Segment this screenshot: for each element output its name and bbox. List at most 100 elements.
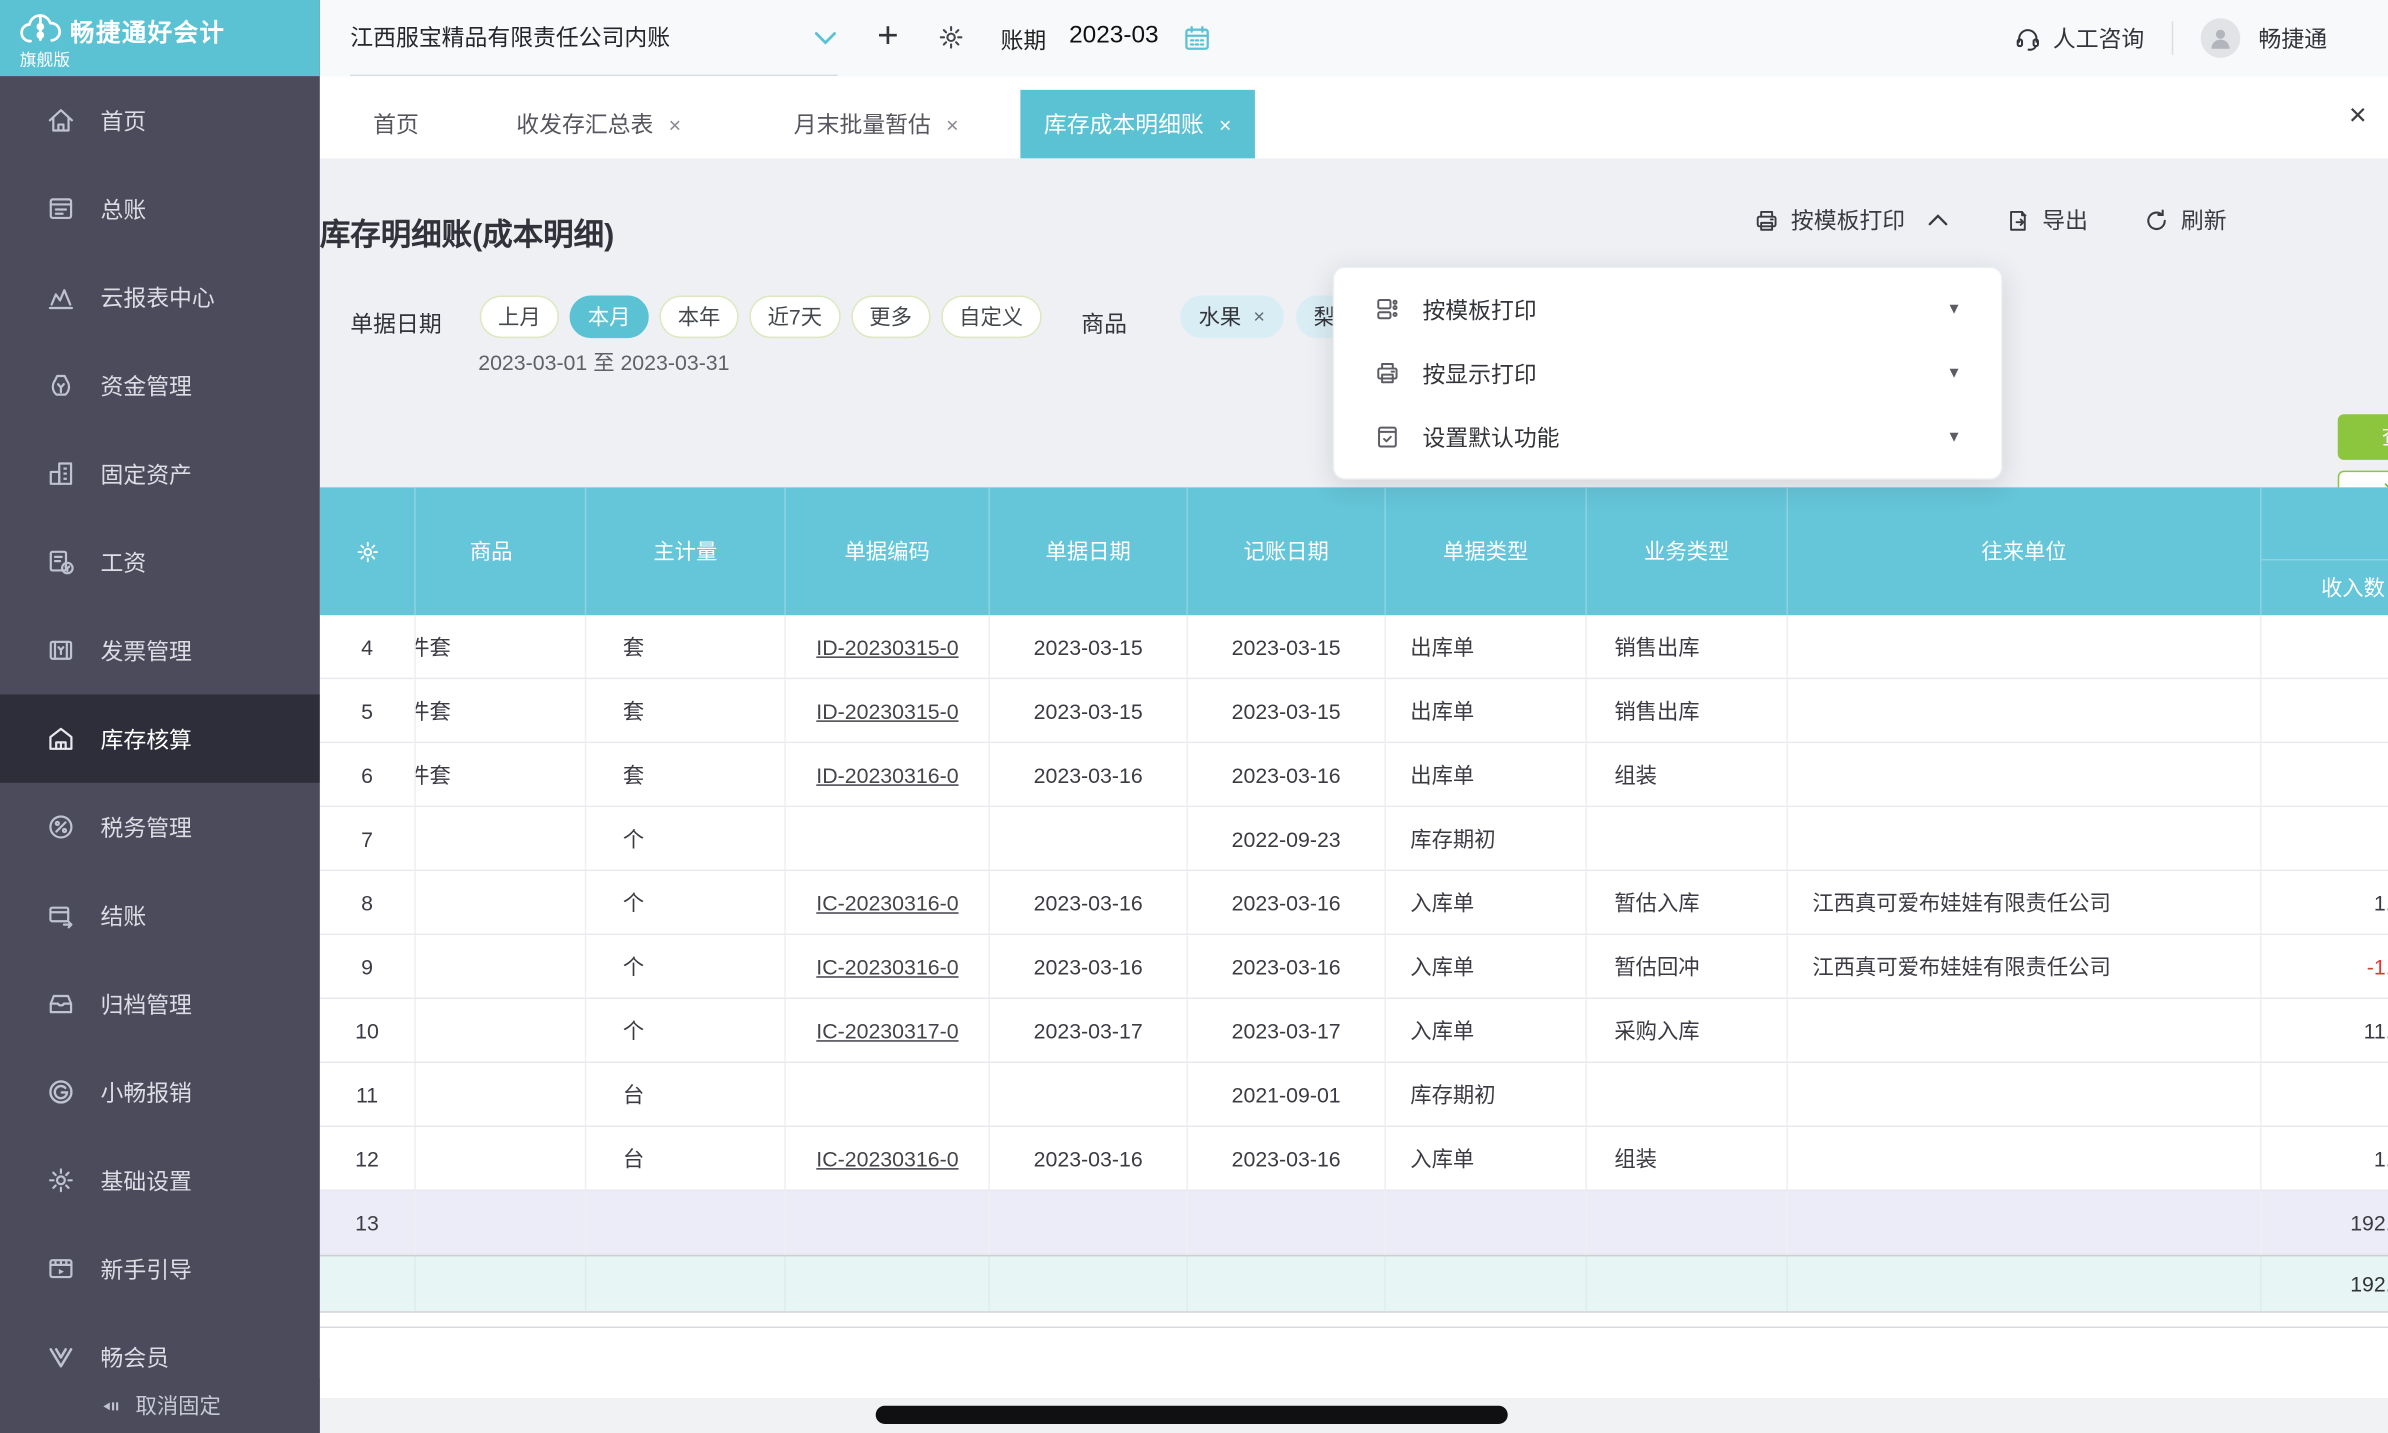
settings-gear-icon[interactable] [937, 23, 966, 52]
header-main-unit[interactable]: 主计量 [586, 487, 786, 616]
period-label: 账期 [1000, 28, 1047, 55]
sidebar-item-tax-management[interactable]: 税务管理 [0, 783, 320, 871]
product-filter-label: 商品 [1081, 312, 1128, 339]
refresh-button[interactable]: 刷新 [2143, 204, 2227, 236]
period-value[interactable]: 2023-03 [1069, 23, 1158, 50]
tab-close-icon[interactable]: × [1219, 112, 1231, 136]
date-option-pill[interactable]: 近7天 [749, 295, 841, 339]
export-button[interactable]: 导出 [2004, 204, 2088, 236]
dropdown-menu-item[interactable]: 按模板打印 ▼ [1334, 277, 2001, 341]
sidebar-item-general-ledger[interactable]: 总账 [0, 164, 320, 252]
caret-down-icon[interactable]: ▼ [1946, 365, 1961, 382]
header-doc-number[interactable]: 单据编码 [786, 487, 990, 616]
close-all-tabs-icon[interactable]: × [2349, 101, 2367, 131]
header-book-date[interactable]: 记账日期 [1188, 487, 1386, 616]
export-icon [2004, 206, 2031, 233]
date-option-pill[interactable]: 上月 [479, 295, 559, 339]
sidebar-item-cloud-report-center[interactable]: 云报表中心 [0, 253, 320, 341]
support-button[interactable]: 人工咨询 [2013, 22, 2144, 54]
company-selector[interactable]: 江西服宝精品有限责任公司内账 [350, 0, 838, 77]
tab-label: 月末批量暂估 [793, 112, 931, 139]
cell-counterparty [1788, 999, 2262, 1062]
user-name[interactable]: 畅捷通 [2259, 22, 2328, 54]
doc-number-link[interactable]: ID-20230315-0 [816, 698, 958, 722]
column-settings-gear-icon[interactable] [320, 487, 416, 616]
sidebar-item-invoice-management[interactable]: 发票管理 [0, 606, 320, 694]
table-row[interactable]: 6 件套 套 ID-20230316-0 2023-03-16 2023-03-… [319, 743, 2388, 808]
tax-icon [46, 812, 76, 842]
doc-number-link[interactable]: ID-20230316-0 [816, 762, 958, 786]
calendar-icon[interactable] [1182, 23, 1212, 53]
header-income-qty[interactable]: 收入数 [2261, 487, 2388, 615]
product-tag[interactable]: 水果 × [1180, 295, 1284, 339]
table-row[interactable]: 9 个 IC-20230316-0 2023-03-16 2023-03-16 … [319, 935, 2388, 1000]
doc-number-link[interactable]: IC-20230316-0 [816, 890, 958, 914]
sidebar-item-label: 资金管理 [100, 373, 192, 400]
table-row[interactable]: 11 台 2021-09-01 库存期初 [319, 1063, 2388, 1127]
cell-doc-type: 库存期初 [1386, 807, 1587, 870]
date-option-pill[interactable]: 更多 [851, 295, 931, 339]
doc-number-link[interactable]: IC-20230316-0 [816, 1146, 958, 1170]
tag-remove-icon[interactable]: × [1253, 295, 1265, 338]
table-row[interactable]: 8 个 IC-20230316-0 2023-03-16 2023-03-16 … [319, 871, 2388, 936]
add-account-set-button[interactable]: + [877, 16, 898, 57]
cell-biz-type: 暂估入库 [1587, 871, 1788, 934]
sidebar-item-beginner-guide[interactable]: 新手引导 [0, 1224, 320, 1312]
cell-unit: 台 [586, 1126, 786, 1190]
doc-check-icon [1374, 423, 1401, 450]
header-doc-type[interactable]: 单据类型 [1386, 487, 1587, 616]
sidebar-item-expense-claims[interactable]: 小畅报销 [0, 1048, 320, 1136]
sidebar-item-closing[interactable]: 结账 [0, 871, 320, 959]
date-option-pill[interactable]: 本月 [569, 295, 649, 339]
sidebar-item-basic-settings[interactable]: 基础设置 [0, 1136, 320, 1224]
tab[interactable]: 库存成本明细账 × [1021, 89, 1255, 159]
unpin-sidebar-button[interactable]: 取消固定 [0, 1378, 320, 1433]
date-option-pill[interactable]: 本年 [659, 295, 739, 339]
query-button[interactable]: 查 [2337, 414, 2388, 460]
print-by-template-button[interactable]: 按模板打印 [1753, 204, 1905, 236]
header-counterparty[interactable]: 往来单位 [1788, 487, 2262, 616]
tab[interactable]: 收发存汇总表 × [493, 90, 703, 159]
table-row[interactable]: 7 个 2022-09-23 库存期初 [319, 807, 2388, 872]
sidebar-item-inventory-accounting[interactable]: 库存核算 [0, 694, 320, 783]
cell-commodity [416, 1126, 587, 1190]
home-icon [46, 105, 76, 135]
cell-commodity [416, 935, 587, 998]
header-doc-date[interactable]: 单据日期 [990, 487, 1188, 616]
sidebar-item-membership[interactable]: 畅会员 [0, 1313, 320, 1378]
caret-down-icon[interactable]: ▼ [1946, 301, 1961, 318]
header-commodity[interactable]: 商品 [416, 487, 587, 616]
dropdown-menu-item[interactable]: 设置默认功能 ▼ [1334, 405, 2001, 469]
table-row[interactable]: 13 192.00 [319, 1190, 2388, 1255]
table-row[interactable]: 12 台 IC-20230316-0 2023-03-16 2023-03-16… [319, 1126, 2388, 1191]
table-row[interactable]: 4 件套 套 ID-20230315-0 2023-03-15 2023-03-… [319, 615, 2388, 680]
table-row[interactable]: 10 个 IC-20230317-0 2023-03-17 2023-03-17… [319, 999, 2388, 1064]
avatar[interactable] [2200, 18, 2241, 58]
cell-doc-date: 2023-03-17 [990, 999, 1188, 1062]
sidebar-item-archive-management[interactable]: 归档管理 [0, 959, 320, 1047]
doc-number-link[interactable]: IC-20230317-0 [816, 1018, 958, 1042]
cell-counterparty [1788, 807, 2262, 870]
chevron-up-icon[interactable] [1926, 213, 1949, 227]
tab-close-icon[interactable]: × [669, 112, 681, 136]
horizontal-scrollbar-thumb[interactable] [875, 1405, 1508, 1424]
tab[interactable]: 首页 [350, 90, 441, 159]
sidebar-item-home[interactable]: 首页 [0, 76, 320, 164]
sidebar-item-payroll[interactable]: 工资 [0, 518, 320, 606]
tab-close-icon[interactable]: × [946, 112, 958, 136]
cell-doc-type: 出库单 [1386, 679, 1587, 742]
doc-number-link[interactable]: IC-20230316-0 [816, 954, 958, 978]
header-biz-type[interactable]: 业务类型 [1587, 487, 1788, 616]
horizontal-scrollbar-track[interactable] [319, 1312, 2388, 1329]
date-option-pill[interactable]: 自定义 [940, 295, 1042, 339]
sidebar-item-fixed-assets[interactable]: 固定资产 [0, 429, 320, 517]
cell-doc-type: 入库单 [1386, 999, 1587, 1062]
dropdown-menu-item[interactable]: 按显示打印 ▼ [1334, 341, 2001, 405]
menu-item-label: 设置默认功能 [1422, 425, 1560, 452]
tab[interactable]: 月末批量暂估 × [771, 90, 981, 159]
table-row[interactable]: 5 件套 套 ID-20230315-0 2023-03-15 2023-03-… [319, 679, 2388, 744]
caret-down-icon[interactable]: ▼ [1946, 429, 1961, 446]
doc-number-link[interactable]: ID-20230315-0 [816, 634, 958, 658]
tag-label: 水果 [1198, 304, 1242, 329]
sidebar-item-funds-management[interactable]: 资金管理 [0, 341, 320, 429]
